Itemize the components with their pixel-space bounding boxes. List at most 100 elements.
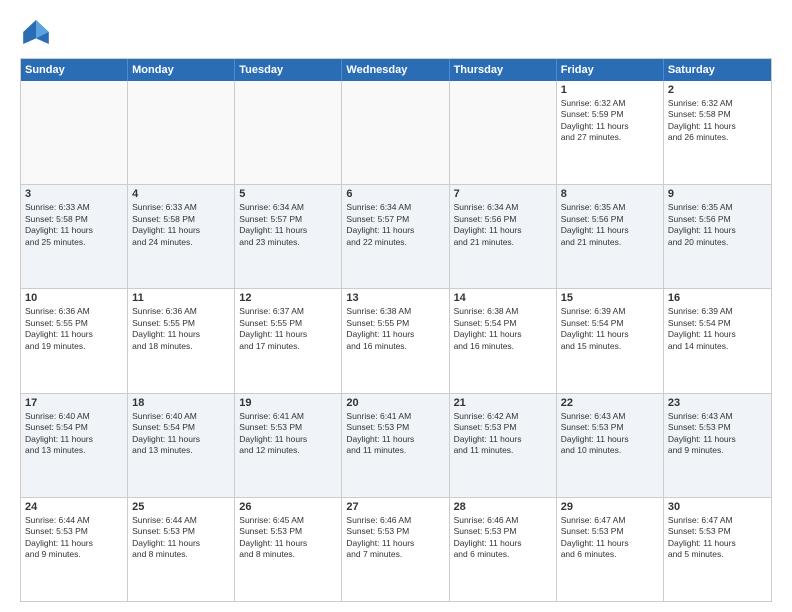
- day-info: Sunrise: 6:46 AM Sunset: 5:53 PM Dayligh…: [454, 515, 552, 561]
- day-info: Sunrise: 6:44 AM Sunset: 5:53 PM Dayligh…: [132, 515, 230, 561]
- day-info: Sunrise: 6:41 AM Sunset: 5:53 PM Dayligh…: [346, 411, 444, 457]
- day-info: Sunrise: 6:40 AM Sunset: 5:54 PM Dayligh…: [25, 411, 123, 457]
- cal-cell-0-3: [342, 81, 449, 184]
- day-info: Sunrise: 6:32 AM Sunset: 5:58 PM Dayligh…: [668, 98, 767, 144]
- calendar-row-3: 17 Sunrise: 6:40 AM Sunset: 5:54 PM Dayli…: [21, 393, 771, 497]
- day-info: Sunrise: 6:33 AM Sunset: 5:58 PM Dayligh…: [132, 202, 230, 248]
- day-info: Sunrise: 6:44 AM Sunset: 5:53 PM Dayligh…: [25, 515, 123, 561]
- cal-cell-3-4: 21 Sunrise: 6:42 AM Sunset: 5:53 PM Dayli…: [450, 394, 557, 497]
- logo: [20, 16, 56, 48]
- day-number: 19: [239, 397, 337, 409]
- cal-cell-1-3: 6 Sunrise: 6:34 AM Sunset: 5:57 PM Daylig…: [342, 185, 449, 288]
- day-number: 13: [346, 292, 444, 304]
- calendar-row-0: 1Sunrise: 6:32 AM Sunset: 5:59 PM Daylig…: [21, 81, 771, 184]
- cal-cell-3-3: 20 Sunrise: 6:41 AM Sunset: 5:53 PM Dayli…: [342, 394, 449, 497]
- cal-cell-2-6: 16 Sunrise: 6:39 AM Sunset: 5:54 PM Dayli…: [664, 289, 771, 392]
- day-number: 7: [454, 188, 552, 200]
- header-day-tuesday: Tuesday: [235, 59, 342, 81]
- day-number: 25: [132, 501, 230, 513]
- day-number: 29: [561, 501, 659, 513]
- cal-cell-1-6: 9 Sunrise: 6:35 AM Sunset: 5:56 PM Daylig…: [664, 185, 771, 288]
- cal-cell-1-2: 5 Sunrise: 6:34 AM Sunset: 5:57 PM Daylig…: [235, 185, 342, 288]
- cal-cell-0-0: [21, 81, 128, 184]
- day-info: Sunrise: 6:33 AM Sunset: 5:58 PM Dayligh…: [25, 202, 123, 248]
- cal-cell-1-5: 8 Sunrise: 6:35 AM Sunset: 5:56 PM Daylig…: [557, 185, 664, 288]
- day-number: 8: [561, 188, 659, 200]
- day-number: 16: [668, 292, 767, 304]
- cal-cell-4-0: 24 Sunrise: 6:44 AM Sunset: 5:53 PM Dayli…: [21, 498, 128, 601]
- cal-cell-0-6: 2 Sunrise: 6:32 AM Sunset: 5:58 PM Daylig…: [664, 81, 771, 184]
- day-info: Sunrise: 6:47 AM Sunset: 5:53 PM Dayligh…: [668, 515, 767, 561]
- day-info: Sunrise: 6:34 AM Sunset: 5:57 PM Dayligh…: [239, 202, 337, 248]
- cal-cell-3-6: 23Sunrise: 6:43 AM Sunset: 5:53 PM Dayli…: [664, 394, 771, 497]
- calendar-header: SundayMondayTuesdayWednesdayThursdayFrid…: [21, 59, 771, 81]
- day-number: 9: [668, 188, 767, 200]
- calendar-row-4: 24 Sunrise: 6:44 AM Sunset: 5:53 PM Dayli…: [21, 497, 771, 601]
- day-number: 24: [25, 501, 123, 513]
- day-info: Sunrise: 6:36 AM Sunset: 5:55 PM Dayligh…: [25, 306, 123, 352]
- header-day-saturday: Saturday: [664, 59, 771, 81]
- day-info: Sunrise: 6:43 AM Sunset: 5:53 PM Dayligh…: [561, 411, 659, 457]
- day-number: 5: [239, 188, 337, 200]
- day-info: Sunrise: 6:43 AM Sunset: 5:53 PM Dayligh…: [668, 411, 767, 457]
- day-info: Sunrise: 6:34 AM Sunset: 5:56 PM Dayligh…: [454, 202, 552, 248]
- day-info: Sunrise: 6:39 AM Sunset: 5:54 PM Dayligh…: [668, 306, 767, 352]
- day-number: 21: [454, 397, 552, 409]
- header: [20, 16, 772, 48]
- day-info: Sunrise: 6:46 AM Sunset: 5:53 PM Dayligh…: [346, 515, 444, 561]
- calendar-row-1: 3 Sunrise: 6:33 AM Sunset: 5:58 PM Daylig…: [21, 184, 771, 288]
- day-number: 12: [239, 292, 337, 304]
- page: SundayMondayTuesdayWednesdayThursdayFrid…: [0, 0, 792, 612]
- cal-cell-3-2: 19Sunrise: 6:41 AM Sunset: 5:53 PM Dayli…: [235, 394, 342, 497]
- cal-cell-2-2: 12 Sunrise: 6:37 AM Sunset: 5:55 PM Dayli…: [235, 289, 342, 392]
- day-number: 30: [668, 501, 767, 513]
- day-number: 2: [668, 84, 767, 96]
- day-number: 18: [132, 397, 230, 409]
- cal-cell-4-1: 25 Sunrise: 6:44 AM Sunset: 5:53 PM Dayli…: [128, 498, 235, 601]
- day-number: 22: [561, 397, 659, 409]
- cal-cell-3-0: 17 Sunrise: 6:40 AM Sunset: 5:54 PM Dayli…: [21, 394, 128, 497]
- cal-cell-0-4: [450, 81, 557, 184]
- header-day-monday: Monday: [128, 59, 235, 81]
- cal-cell-0-2: [235, 81, 342, 184]
- cal-cell-2-1: 11Sunrise: 6:36 AM Sunset: 5:55 PM Dayli…: [128, 289, 235, 392]
- day-info: Sunrise: 6:42 AM Sunset: 5:53 PM Dayligh…: [454, 411, 552, 457]
- day-info: Sunrise: 6:45 AM Sunset: 5:53 PM Dayligh…: [239, 515, 337, 561]
- cal-cell-2-4: 14 Sunrise: 6:38 AM Sunset: 5:54 PM Dayli…: [450, 289, 557, 392]
- day-info: Sunrise: 6:34 AM Sunset: 5:57 PM Dayligh…: [346, 202, 444, 248]
- calendar: SundayMondayTuesdayWednesdayThursdayFrid…: [20, 58, 772, 602]
- day-number: 11: [132, 292, 230, 304]
- day-number: 20: [346, 397, 444, 409]
- day-number: 3: [25, 188, 123, 200]
- day-number: 4: [132, 188, 230, 200]
- day-number: 17: [25, 397, 123, 409]
- logo-icon: [20, 16, 52, 48]
- day-number: 14: [454, 292, 552, 304]
- day-number: 26: [239, 501, 337, 513]
- cal-cell-0-5: 1Sunrise: 6:32 AM Sunset: 5:59 PM Daylig…: [557, 81, 664, 184]
- day-number: 15: [561, 292, 659, 304]
- day-info: Sunrise: 6:47 AM Sunset: 5:53 PM Dayligh…: [561, 515, 659, 561]
- day-number: 10: [25, 292, 123, 304]
- day-info: Sunrise: 6:37 AM Sunset: 5:55 PM Dayligh…: [239, 306, 337, 352]
- cal-cell-0-1: [128, 81, 235, 184]
- cal-cell-4-4: 28Sunrise: 6:46 AM Sunset: 5:53 PM Dayli…: [450, 498, 557, 601]
- day-info: Sunrise: 6:38 AM Sunset: 5:55 PM Dayligh…: [346, 306, 444, 352]
- day-info: Sunrise: 6:40 AM Sunset: 5:54 PM Dayligh…: [132, 411, 230, 457]
- cal-cell-2-5: 15Sunrise: 6:39 AM Sunset: 5:54 PM Dayli…: [557, 289, 664, 392]
- cal-cell-4-6: 30 Sunrise: 6:47 AM Sunset: 5:53 PM Dayli…: [664, 498, 771, 601]
- day-info: Sunrise: 6:38 AM Sunset: 5:54 PM Dayligh…: [454, 306, 552, 352]
- day-info: Sunrise: 6:35 AM Sunset: 5:56 PM Dayligh…: [561, 202, 659, 248]
- day-info: Sunrise: 6:32 AM Sunset: 5:59 PM Dayligh…: [561, 98, 659, 144]
- cal-cell-1-4: 7 Sunrise: 6:34 AM Sunset: 5:56 PM Daylig…: [450, 185, 557, 288]
- day-number: 27: [346, 501, 444, 513]
- day-info: Sunrise: 6:35 AM Sunset: 5:56 PM Dayligh…: [668, 202, 767, 248]
- cal-cell-3-5: 22 Sunrise: 6:43 AM Sunset: 5:53 PM Dayli…: [557, 394, 664, 497]
- day-number: 6: [346, 188, 444, 200]
- header-day-wednesday: Wednesday: [342, 59, 449, 81]
- cal-cell-4-5: 29 Sunrise: 6:47 AM Sunset: 5:53 PM Dayli…: [557, 498, 664, 601]
- cal-cell-4-2: 26 Sunrise: 6:45 AM Sunset: 5:53 PM Dayli…: [235, 498, 342, 601]
- calendar-row-2: 10 Sunrise: 6:36 AM Sunset: 5:55 PM Dayli…: [21, 288, 771, 392]
- calendar-body: 1Sunrise: 6:32 AM Sunset: 5:59 PM Daylig…: [21, 81, 771, 601]
- cal-cell-1-1: 4 Sunrise: 6:33 AM Sunset: 5:58 PM Daylig…: [128, 185, 235, 288]
